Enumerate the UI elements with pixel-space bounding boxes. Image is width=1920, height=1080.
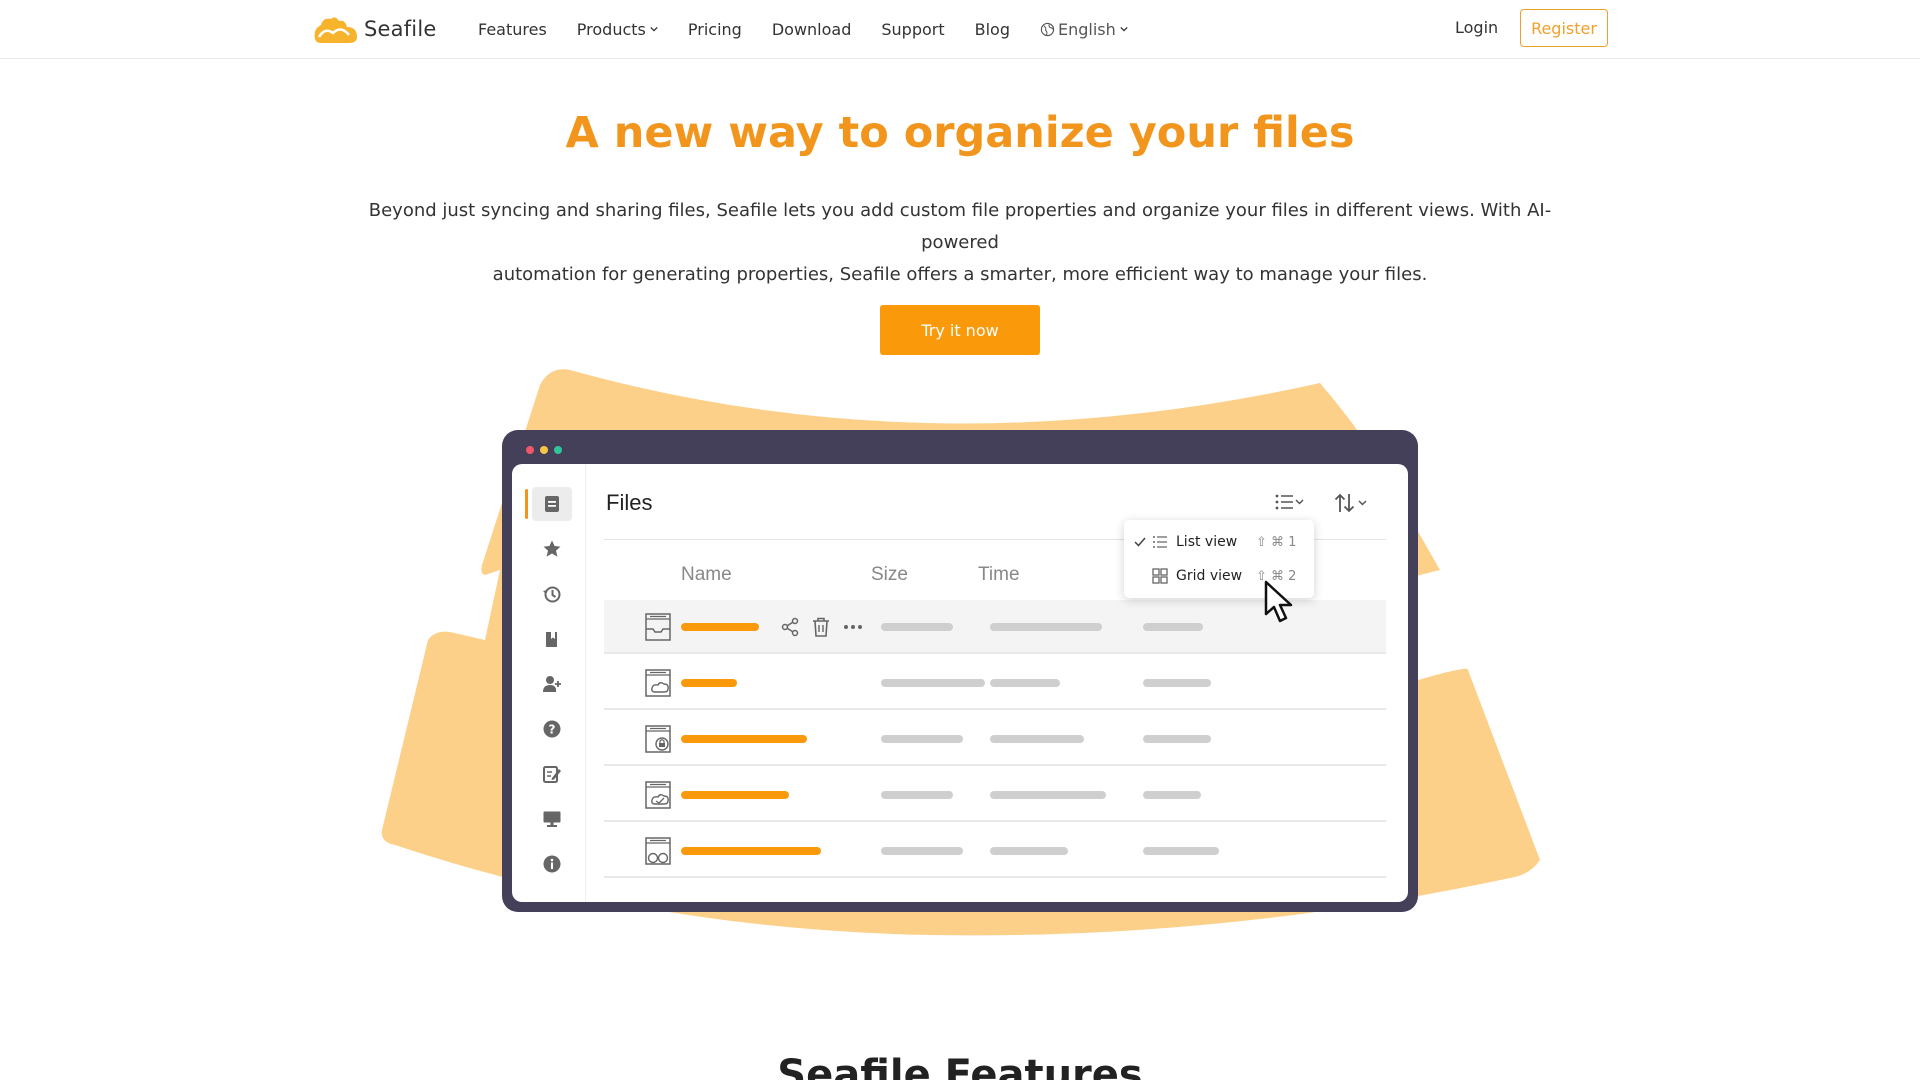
time-placeholder [990, 791, 1106, 799]
nav-link-download[interactable]: Download [772, 20, 852, 39]
checkmark-icon [1134, 537, 1146, 547]
language-selector[interactable]: English [1040, 20, 1128, 39]
list-view-icon [1153, 536, 1167, 548]
register-button[interactable]: Register [1520, 9, 1608, 47]
chevron-down-icon [1120, 26, 1128, 32]
window-content: ? Files Name Size Time List view ⇧ ⌘ 1 G… [512, 464, 1408, 902]
list-view-shortcut: ⇧ ⌘ 1 [1256, 534, 1297, 550]
nav-link-label: Products [576, 19, 646, 39]
name-placeholder [681, 791, 789, 799]
app-window-illustration: ? Files Name Size Time List view ⇧ ⌘ 1 G… [502, 430, 1418, 912]
star-icon [532, 532, 572, 566]
files-title: Files [606, 490, 653, 515]
window-sidebar: ? [512, 464, 586, 902]
size-placeholder [881, 847, 963, 855]
hero-description: Beyond just syncing and sharing files, S… [360, 195, 1560, 291]
seafile-logo[interactable]: Seafile [311, 13, 437, 45]
time-placeholder [990, 735, 1084, 743]
add-user-icon [532, 667, 572, 701]
shared-library-icon [645, 837, 671, 865]
size-placeholder [881, 679, 985, 687]
window-dot-red [526, 446, 534, 454]
chevron-down-icon [650, 26, 658, 32]
more-options-icon[interactable] [842, 616, 864, 638]
owner-placeholder [1143, 679, 1211, 687]
nav-link-products[interactable]: Products [577, 20, 658, 39]
list-view-label: List view [1176, 534, 1238, 550]
globe-icon [1040, 22, 1055, 36]
login-link[interactable]: Login [1455, 18, 1498, 37]
table-row[interactable] [604, 768, 1386, 822]
library-icon [532, 622, 572, 656]
grid-view-icon [1152, 568, 1168, 584]
table-row[interactable] [604, 712, 1386, 766]
owner-placeholder [1143, 847, 1219, 855]
owner-placeholder [1143, 623, 1203, 631]
logo-text: Seafile [364, 17, 437, 41]
time-placeholder [990, 679, 1060, 687]
list-view-icon [1275, 494, 1304, 510]
main-nav: Features Products Pricing Download Suppo… [478, 0, 1158, 58]
hero-title: A new way to organize your files [565, 108, 1355, 158]
nav-link-blog[interactable]: Blog [975, 20, 1010, 39]
nav-link-support[interactable]: Support [881, 20, 944, 39]
mouse-cursor-icon [1264, 580, 1293, 623]
window-dot-green [554, 446, 562, 454]
svg-text:?: ? [549, 723, 556, 737]
active-indicator [525, 489, 528, 519]
nav-link-label: Pricing [687, 19, 742, 39]
table-row[interactable] [604, 656, 1386, 710]
encrypted-library-icon [645, 725, 671, 753]
nav-link-label: Blog [974, 19, 1010, 39]
nav-link-features[interactable]: Features [478, 20, 547, 39]
time-placeholder [990, 623, 1102, 631]
table-row[interactable] [604, 824, 1386, 878]
history-icon [532, 577, 572, 611]
size-placeholder [881, 791, 953, 799]
library-folder-icon [645, 613, 671, 641]
files-icon [532, 487, 572, 521]
column-header-size: Size [871, 564, 908, 585]
sort-icon [1334, 493, 1367, 513]
trash-icon[interactable] [810, 616, 832, 638]
hero-description-line-2: automation for generating properties, Se… [492, 264, 1428, 285]
column-header-name: Name [681, 564, 732, 585]
top-navbar: Seafile Features Products Pricing Downlo… [0, 0, 1920, 59]
grid-view-label: Grid view [1176, 568, 1243, 584]
seafile-logo-icon [314, 17, 357, 43]
share-icon[interactable] [779, 616, 801, 638]
column-header-time: Time [978, 564, 1020, 585]
dropdown-item-list-view[interactable]: List view ⇧ ⌘ 1 [1124, 525, 1314, 559]
time-placeholder [990, 847, 1068, 855]
owner-placeholder [1143, 791, 1201, 799]
sort-toggle[interactable] [1334, 492, 1374, 514]
help-icon: ? [532, 712, 572, 746]
nav-link-pricing[interactable]: Pricing [688, 20, 742, 39]
size-placeholder [881, 623, 953, 631]
edit-icon [532, 757, 572, 791]
name-placeholder [681, 623, 759, 631]
try-it-now-button[interactable]: Try it now [880, 305, 1040, 355]
features-section-title: Seafile Features [777, 1052, 1143, 1080]
name-placeholder [681, 679, 737, 687]
hero-description-line-1: Beyond just syncing and sharing files, S… [368, 200, 1552, 253]
name-placeholder [681, 735, 807, 743]
cloud-library-icon [645, 669, 671, 697]
name-placeholder [681, 847, 821, 855]
monitor-icon [532, 802, 572, 836]
size-placeholder [881, 735, 963, 743]
nav-link-label: Support [881, 19, 945, 39]
language-label: English [1057, 19, 1116, 39]
info-icon [532, 847, 572, 881]
synced-library-icon [645, 781, 671, 809]
window-dot-yellow [540, 446, 548, 454]
nav-link-label: Features [478, 19, 547, 39]
nav-link-label: Download [771, 19, 852, 39]
owner-placeholder [1143, 735, 1211, 743]
view-mode-toggle[interactable] [1274, 492, 1304, 512]
